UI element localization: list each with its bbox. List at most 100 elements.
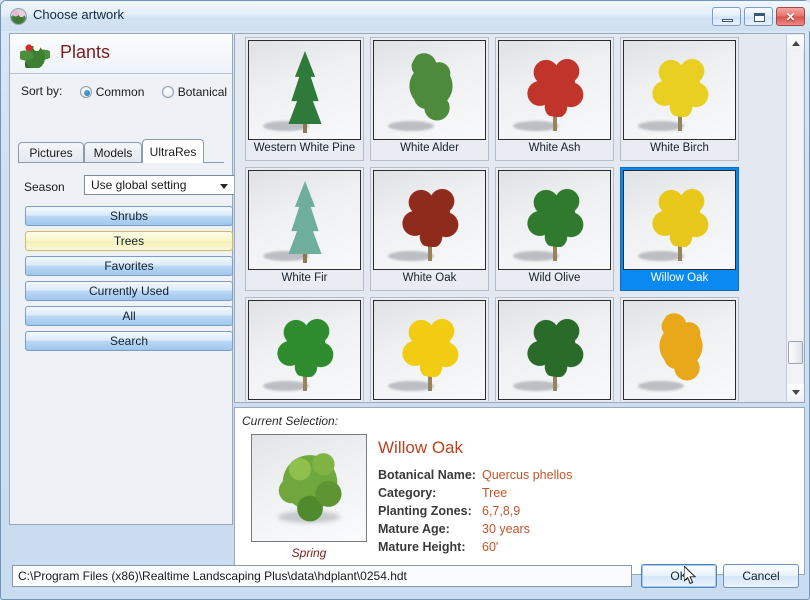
property-row-planting-zones: Planting Zones: 6,7,8,9 (378, 502, 572, 520)
radio-sort-botanical-label: Botanical (177, 84, 228, 99)
thumbnail-tree (288, 181, 322, 254)
artwork-thumbnail (498, 170, 611, 270)
thumbnail-tree (406, 47, 456, 125)
artwork-cell-label (248, 400, 361, 401)
artwork-thumbnail (623, 40, 736, 140)
artwork-thumbnail (498, 40, 611, 140)
category-button-trees[interactable]: Trees (25, 231, 233, 251)
sidebar-title: Plants (60, 42, 111, 62)
preview-caption: Spring (291, 546, 327, 560)
property-row-botanical-name: Botanical Name: Quercus phellos (378, 466, 572, 484)
selection-preview-image (251, 434, 367, 542)
artwork-thumbnail (373, 40, 486, 140)
artwork-cell[interactable] (620, 297, 739, 401)
scroll-down-button[interactable] (787, 384, 804, 401)
artwork-cell[interactable]: White Ash (495, 37, 614, 161)
file-path-field[interactable]: C:\Program Files (x86)\Realtime Landscap… (12, 565, 632, 587)
category-button-shrubs[interactable]: Shrubs (25, 206, 233, 226)
property-row-category: Category: Tree (378, 484, 572, 502)
radio-sort-common[interactable]: Common (79, 85, 144, 99)
grid-scrollbar[interactable] (786, 35, 804, 401)
artwork-cell-label: White Ash (528, 142, 581, 154)
tab-pictures[interactable]: Pictures (18, 142, 84, 163)
thumbnail-tree (275, 315, 337, 377)
artwork-cell[interactable]: White Alder (370, 37, 489, 161)
thumbnail-tree (525, 185, 587, 247)
close-icon: ✕ (785, 9, 796, 24)
property-value: 6,7,8,9 (482, 504, 521, 518)
thumbnail-tree (400, 185, 462, 247)
selection-title: Willow Oak (378, 438, 464, 457)
category-label: All (122, 309, 136, 323)
maximize-icon (754, 13, 765, 22)
artwork-cell[interactable]: White Fir (245, 167, 364, 291)
current-selection-panel: Current Selection: Spring Willow Oak Bot… (234, 407, 805, 575)
title-bar: Choose artwork ✕ (1, 1, 810, 31)
choose-artwork-window: Choose artwork ✕ Plants Sort by: Common (0, 0, 810, 600)
minimize-icon (722, 19, 733, 22)
category-label: Shrubs (109, 209, 149, 223)
preview-tree-canopy (268, 443, 352, 525)
artwork-cell[interactable]: Wild Olive (495, 167, 614, 291)
thumbnail-tree (650, 185, 712, 247)
category-button-currently-used[interactable]: Currently Used (25, 281, 233, 301)
artwork-thumbnail (498, 300, 611, 400)
property-key: Mature Height: (378, 540, 466, 554)
artwork-thumbnail (248, 170, 361, 270)
artwork-cell[interactable]: Willow Oak (620, 167, 739, 291)
radio-dot-icon (161, 85, 174, 98)
scrollbar-thumb[interactable] (788, 341, 803, 364)
artwork-cell[interactable] (495, 297, 614, 401)
category-label: Search (109, 334, 149, 348)
maximize-button[interactable] (744, 7, 773, 26)
artwork-cell[interactable] (245, 297, 364, 401)
artwork-cell[interactable]: White Oak (370, 167, 489, 291)
property-value: Tree (482, 486, 508, 500)
sidebar-tabs: Pictures Models UltraRes (18, 139, 224, 163)
property-value: 30 years (482, 522, 530, 536)
season-label: Season (24, 180, 65, 194)
artwork-cell[interactable] (370, 297, 489, 401)
category-button-search[interactable]: Search (25, 331, 233, 351)
ok-button[interactable]: OK (641, 564, 717, 588)
artwork-cell-label: White Oak (402, 272, 457, 284)
artwork-cell-label (373, 400, 486, 401)
property-row-mature-age: Mature Age: 30 years (378, 520, 572, 538)
artwork-thumbnail (373, 300, 486, 400)
plant-leaves-icon (20, 40, 50, 68)
thumbnail-tree (525, 315, 587, 377)
current-selection-label: Current Selection: (242, 414, 339, 428)
property-key: Category: (378, 486, 437, 500)
ok-button-label: OK (670, 569, 688, 583)
season-value: Use global setting (91, 178, 187, 192)
tab-ultrares[interactable]: UltraRes (142, 139, 204, 163)
sort-by-label: Sort by: (21, 84, 63, 98)
artwork-cell[interactable]: Western White Pine (245, 37, 364, 161)
artwork-cell-label: Western White Pine (253, 142, 356, 154)
category-label: Favorites (104, 259, 154, 273)
artwork-cell-label: Willow Oak (650, 272, 709, 284)
tab-models[interactable]: Models (84, 142, 142, 163)
minimize-button[interactable] (712, 7, 741, 26)
category-button-favorites[interactable]: Favorites (25, 256, 233, 276)
cancel-button[interactable]: Cancel (723, 564, 799, 588)
sort-by-row: Sort by: Common Botanical (21, 84, 227, 99)
artwork-cell-label (498, 400, 611, 401)
radio-sort-botanical[interactable]: Botanical (161, 84, 228, 99)
close-button[interactable]: ✕ (776, 7, 805, 26)
category-button-all[interactable]: All (25, 306, 233, 326)
chevron-down-icon (220, 184, 228, 189)
thumbnail-tree (525, 55, 587, 117)
category-button-list: Shrubs Trees Favorites Currently Used Al… (25, 206, 233, 356)
scroll-up-button[interactable] (787, 35, 804, 52)
artwork-grid[interactable]: Western White Pine White Alder White Ash Wh… (236, 35, 788, 401)
property-value: Quercus phellos (482, 468, 573, 482)
window-title: Choose artwork (33, 7, 125, 22)
artwork-cell-label: White Birch (650, 142, 709, 154)
thumbnail-tree (656, 307, 706, 385)
tab-models-label: Models (93, 146, 133, 160)
season-select[interactable]: Use global setting (84, 175, 236, 195)
thumbnail-tree (400, 315, 462, 377)
artwork-cell-label: White Fir (281, 272, 328, 284)
artwork-cell[interactable]: White Birch (620, 37, 739, 161)
